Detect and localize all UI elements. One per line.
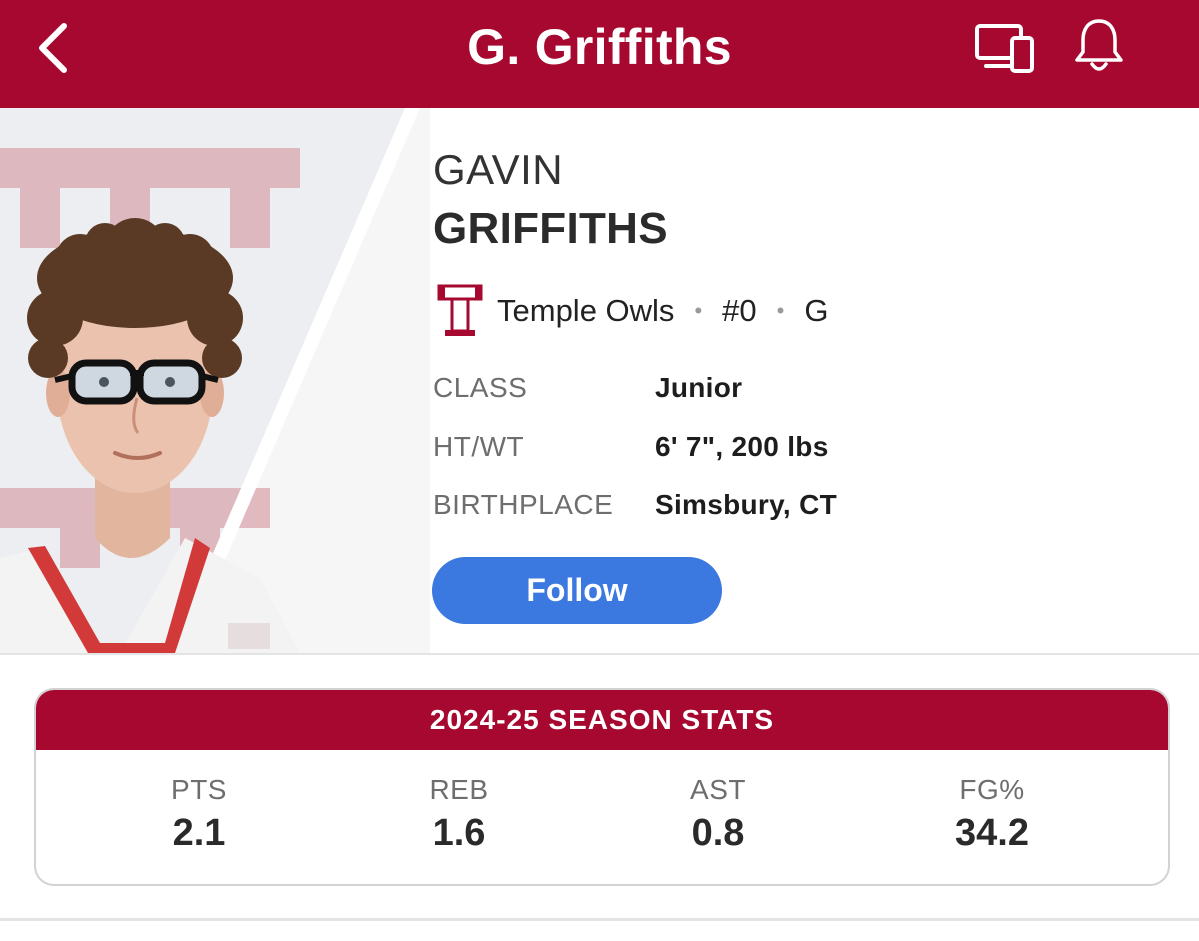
info-label-class: CLASS xyxy=(433,372,528,403)
bell-icon xyxy=(1075,19,1123,71)
follow-button[interactable]: Follow xyxy=(432,557,722,624)
stat-label: AST xyxy=(690,774,746,805)
info-label-birthplace: BIRTHPLACE xyxy=(433,489,614,520)
divider xyxy=(0,918,1199,921)
team-name[interactable]: Temple Owls xyxy=(497,293,674,329)
info-label-height-weight: HT/WT xyxy=(433,431,525,462)
separator-dot: • xyxy=(776,298,785,323)
player-headshot-image xyxy=(0,108,430,653)
season-stats-title: 2024-25 SEASON STATS xyxy=(36,690,1168,750)
stat-label: PTS xyxy=(171,774,227,805)
info-value-height-weight: 6' 7", 200 lbs xyxy=(655,431,829,462)
season-stats-card: 2024-25 SEASON STATS PTS 2.1 REB 1.6 AST… xyxy=(34,688,1170,886)
stat-value: 2.1 xyxy=(172,812,226,854)
stat-value: 0.8 xyxy=(691,812,745,854)
stat-field-goal-pct: FG% 34.2 xyxy=(882,774,1102,855)
divider xyxy=(0,653,1199,655)
devices-button[interactable] xyxy=(974,22,1036,74)
stat-assists: AST 0.8 xyxy=(608,774,828,855)
team-row: Temple Owls • #0 • G xyxy=(437,283,828,339)
player-photo xyxy=(0,108,430,653)
player-position: G xyxy=(804,293,829,328)
stat-value: 34.2 xyxy=(955,812,1029,854)
stat-label: FG% xyxy=(959,774,1025,805)
top-nav-bar: G. Griffiths xyxy=(0,0,1199,108)
notifications-button[interactable] xyxy=(1073,16,1125,76)
separator-dot: • xyxy=(694,298,703,323)
temple-owls-logo xyxy=(437,284,483,336)
info-value-class: Junior xyxy=(655,372,743,403)
player-first-name: GAVIN xyxy=(433,146,564,193)
stat-points: PTS 2.1 xyxy=(89,774,309,855)
player-last-name: GRIFFITHS xyxy=(433,204,668,253)
stat-value: 1.6 xyxy=(432,812,486,854)
info-value-birthplace: Simsbury, CT xyxy=(655,489,838,520)
jersey-number: #0 xyxy=(722,293,757,328)
devices-icon xyxy=(975,24,1034,73)
stat-label: REB xyxy=(429,774,489,805)
stat-rebounds: REB 1.6 xyxy=(349,774,569,855)
